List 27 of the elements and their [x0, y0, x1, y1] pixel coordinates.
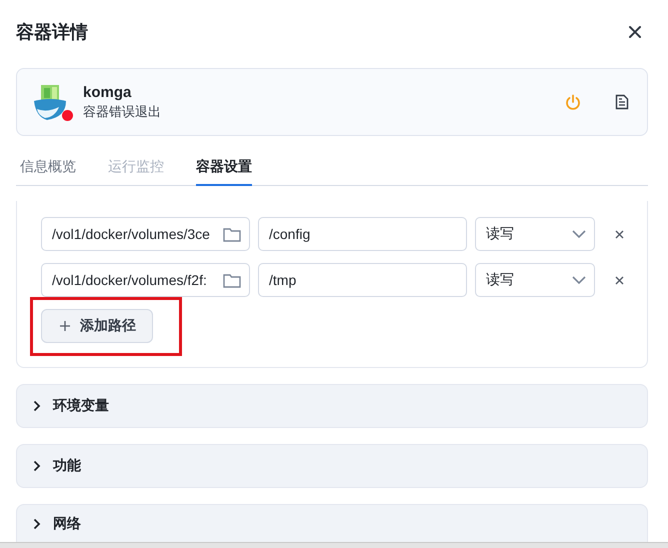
add-path-button[interactable]: 添加路径	[41, 309, 153, 343]
section-header[interactable]: 环境变量	[16, 384, 648, 428]
mode-select[interactable]: 读写	[475, 217, 595, 251]
chevron-right-icon	[33, 518, 41, 530]
remove-icon[interactable]	[615, 276, 624, 284]
host-path-field[interactable]: /vol1/docker/volumes/f2f:	[41, 263, 250, 297]
folder-icon[interactable]	[223, 226, 241, 242]
chevron-right-icon	[33, 400, 41, 412]
folder-icon[interactable]	[223, 272, 241, 288]
plus-icon	[60, 321, 70, 331]
section-header[interactable]: 网络	[16, 504, 648, 542]
tab[interactable]: 容器设置	[196, 158, 252, 186]
chevron-down-icon	[572, 230, 586, 238]
document-icon[interactable]	[615, 94, 629, 110]
section-header[interactable]: 功能	[16, 444, 648, 488]
chevron-down-icon	[572, 276, 586, 284]
dialog-title: 容器详情	[16, 21, 88, 44]
close-icon[interactable]	[626, 23, 644, 41]
tab[interactable]: 信息概览	[20, 158, 76, 186]
host-path-field[interactable]: /vol1/docker/volumes/3ce	[41, 217, 250, 251]
mode-select[interactable]: 读写	[475, 263, 595, 297]
container-name: komga	[83, 84, 132, 100]
chevron-right-icon	[33, 460, 41, 472]
container-path-field[interactable]: /tmp	[258, 263, 467, 297]
container-path-field[interactable]: /config	[258, 217, 467, 251]
container-status: 容器错误退出	[83, 102, 162, 120]
remove-icon[interactable]	[615, 230, 624, 238]
